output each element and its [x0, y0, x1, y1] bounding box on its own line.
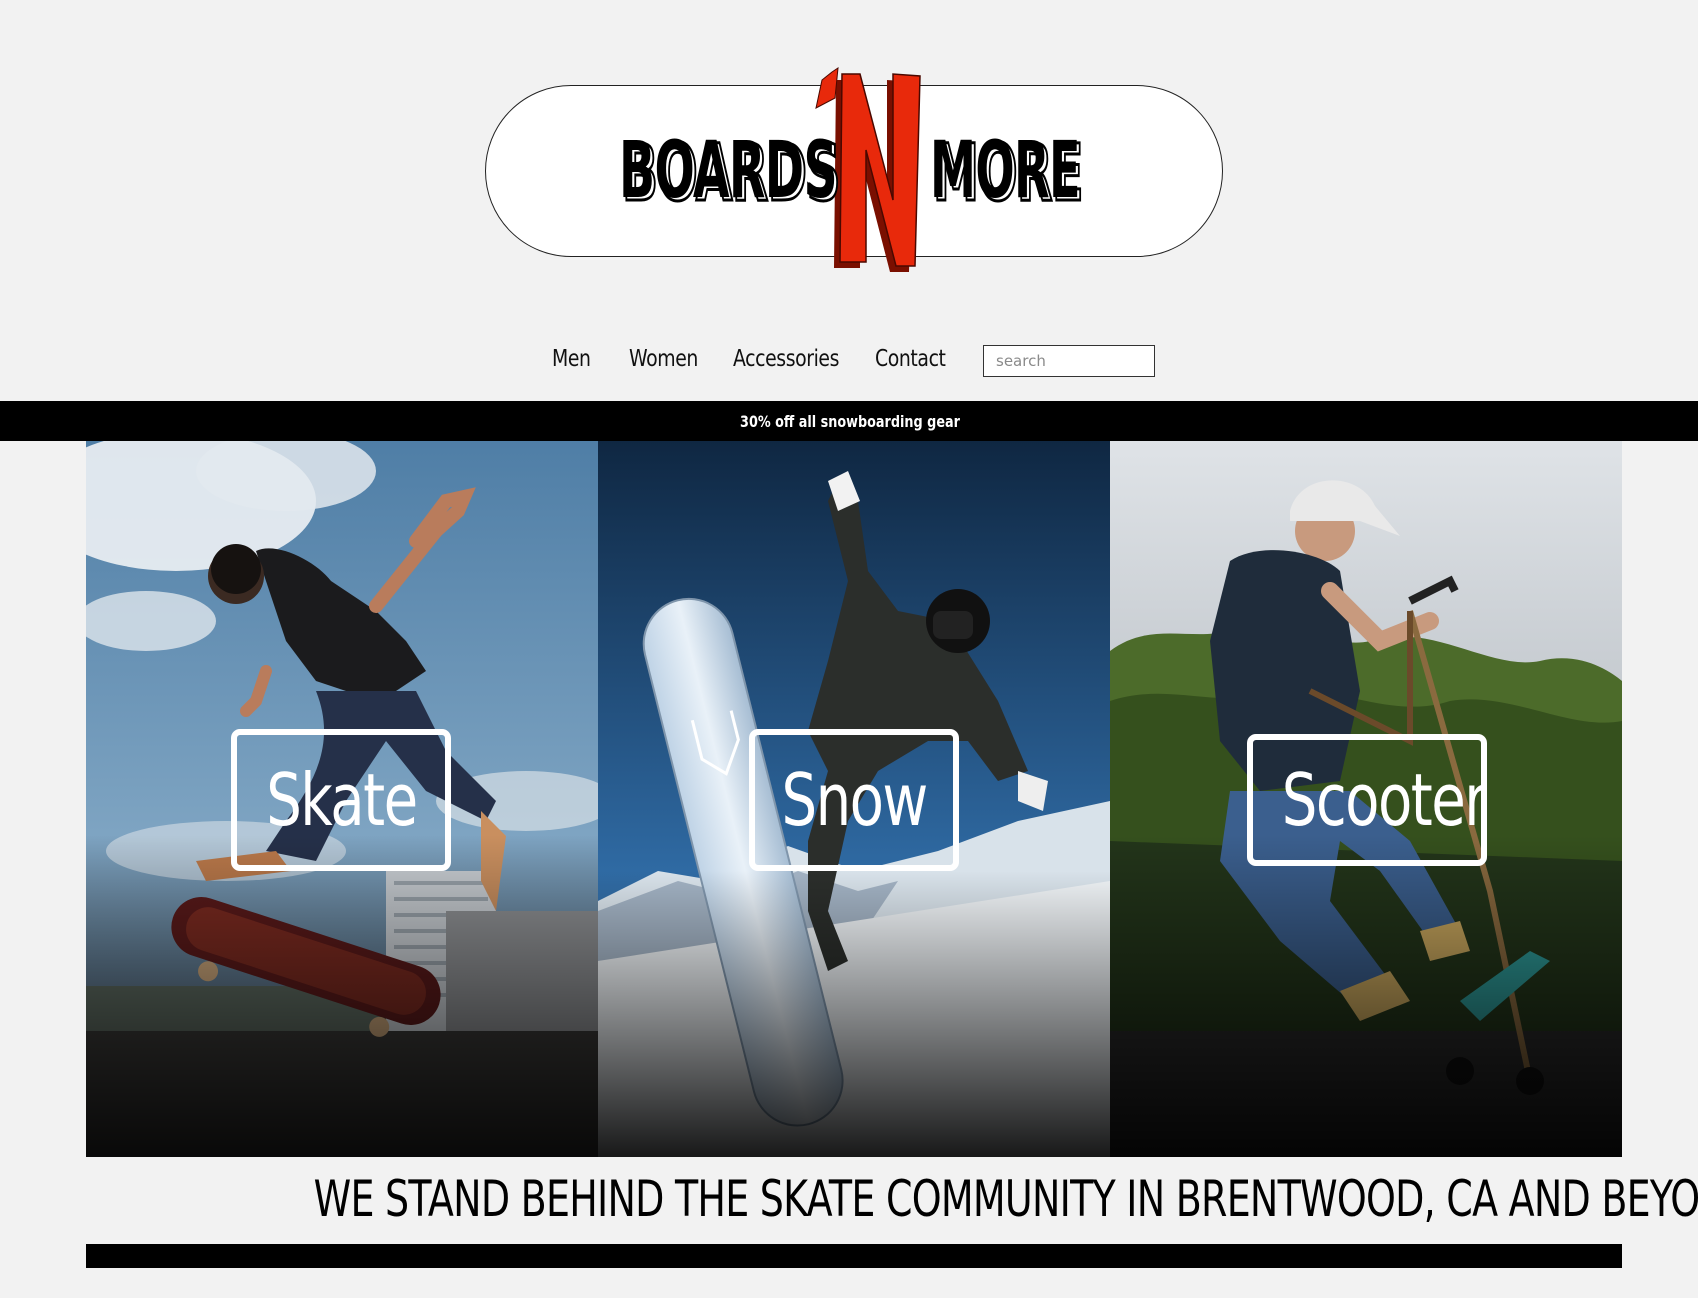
nav-item-contact[interactable]: Contact	[875, 346, 946, 372]
footer-divider	[86, 1244, 1622, 1268]
category-label-scooter[interactable]: Scooter	[1247, 734, 1487, 866]
nav-item-men[interactable]: Men	[552, 346, 591, 372]
category-tile-snow[interactable]: Snow	[598, 441, 1110, 1157]
category-label-skate[interactable]: Skate	[231, 729, 451, 871]
nav-item-women[interactable]: Women	[629, 346, 698, 372]
tagline-text: WE STAND BEHIND THE SKATE COMMUNITY IN B…	[313, 1170, 1698, 1228]
main-nav: Men Women Accessories Contact	[0, 344, 1698, 380]
logo-skateboard-deck[interactable]	[485, 85, 1223, 257]
category-tiles: Skate Snow Scooter	[86, 441, 1622, 1157]
promo-text: 30% off all snowboarding gear	[740, 412, 960, 431]
community-tagline: WE STAND BEHIND THE SKATE COMMUNITY IN B…	[86, 1170, 1698, 1228]
page: BOARDS BOARDS MORE MORE Men Women Access…	[0, 0, 1698, 1298]
promo-banner: 30% off all snowboarding gear	[0, 401, 1698, 441]
category-tile-scooter[interactable]: Scooter	[1110, 441, 1622, 1157]
nav-item-accessories[interactable]: Accessories	[733, 346, 839, 372]
search-input[interactable]	[983, 345, 1155, 377]
category-tile-skate[interactable]: Skate	[86, 441, 598, 1157]
category-label-snow[interactable]: Snow	[749, 729, 959, 871]
